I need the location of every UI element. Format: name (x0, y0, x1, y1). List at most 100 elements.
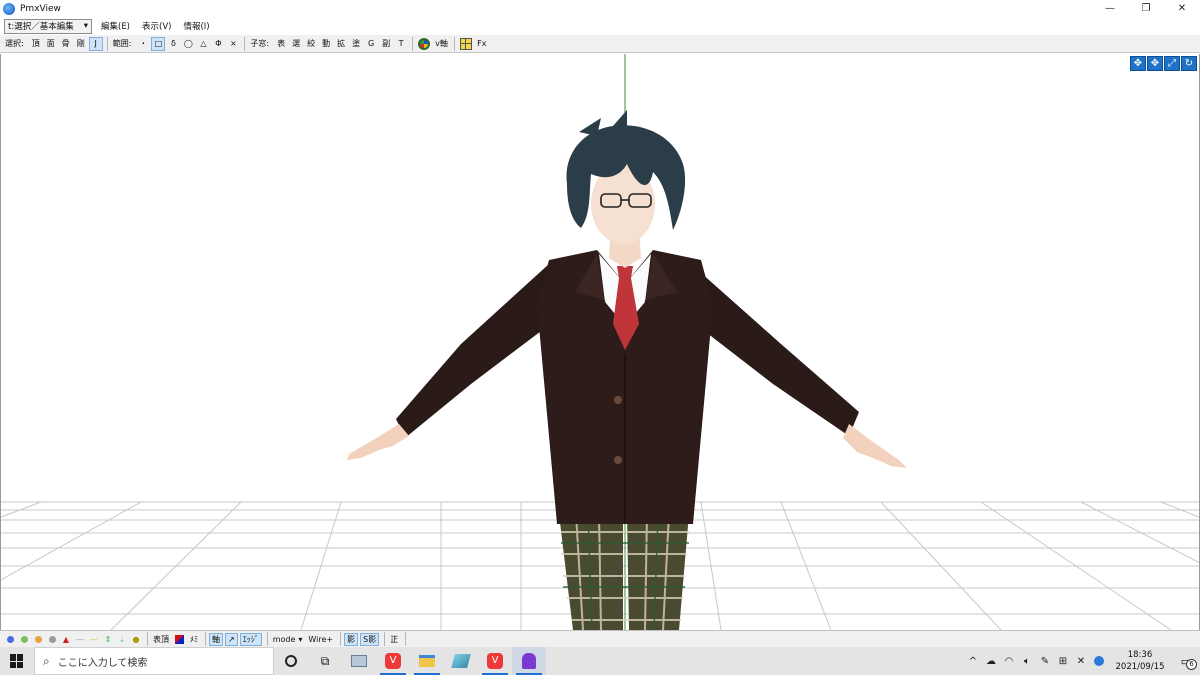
bone-view-icon[interactable]: ↗ (225, 632, 238, 646)
link-display-icon[interactable]: ⇕ (102, 633, 114, 646)
viewport-scene (1, 54, 1199, 630)
memo-toggle[interactable]: ﾒﾐ (188, 633, 200, 646)
cortana-icon (285, 655, 297, 667)
toolbar-divider (106, 36, 108, 51)
range-rect-button[interactable]: □ (151, 36, 166, 51)
child-t-button[interactable]: T (394, 37, 408, 51)
range-clear-button[interactable]: × (226, 37, 240, 51)
onedrive-icon[interactable]: ☁ (982, 647, 1000, 675)
range-circle-button[interactable]: ◯ (181, 37, 195, 51)
taskbar-app-pmxview[interactable] (512, 647, 546, 675)
menu-edit[interactable]: 編集(E) (101, 20, 130, 32)
x-app-icon[interactable]: ✕ (1072, 647, 1090, 675)
start-button[interactable] (0, 647, 34, 675)
child-move-button[interactable]: 動 (319, 37, 333, 51)
child-g-button[interactable]: G (364, 37, 378, 51)
range-label: 範囲: (112, 39, 132, 48)
child-select-button[interactable]: 選 (289, 37, 303, 51)
taskbar-app-vivaldi[interactable]: V (376, 647, 410, 675)
child-sub-button[interactable]: 副 (379, 37, 393, 51)
3d-viewport[interactable]: ✥ ✥ ⤢ ↻ (0, 54, 1200, 630)
rigid-display-icon[interactable] (46, 633, 58, 646)
zoom-icon[interactable]: ⤢ (1164, 56, 1180, 71)
child-table-button[interactable]: 表 (274, 37, 288, 51)
grid-button[interactable] (458, 37, 474, 51)
morph-display-icon[interactable] (18, 633, 30, 646)
select-rigidbody-button[interactable]: 剛 (74, 37, 88, 51)
select-face-button[interactable]: 面 (44, 37, 58, 51)
cortana-button[interactable] (274, 647, 308, 675)
toolbar-divider (244, 36, 246, 51)
minimize-button[interactable]: — (1092, 0, 1128, 17)
child-scale-button[interactable]: 拡 (334, 37, 348, 51)
rotate-icon[interactable]: ↻ (1181, 56, 1197, 71)
globe-icon (418, 37, 431, 50)
front-view-button[interactable]: 正 (388, 633, 400, 646)
left-hand (347, 424, 409, 460)
ik-display-icon[interactable]: — (88, 633, 100, 646)
taskbar-app-photos[interactable] (342, 647, 376, 675)
child-filter-button[interactable]: 絞 (304, 37, 318, 51)
notification-count: 6 (1186, 659, 1197, 670)
taskbar-app-vivaldi-2[interactable]: V (478, 647, 512, 675)
color-swatch-icon[interactable] (173, 633, 186, 646)
range-point-button[interactable]: ・ (136, 37, 150, 51)
joint-display-icon[interactable]: ▲ (60, 633, 72, 646)
volume-icon[interactable]: 🔈︎ (1018, 647, 1036, 675)
wire-plus-toggle[interactable]: Wire+ (306, 633, 335, 646)
edit-mode-select[interactable]: t:選択／基本編集 ▾ (4, 18, 92, 34)
statusbar-divider (147, 632, 148, 646)
select-vertex-button[interactable]: 頂 (29, 37, 43, 51)
restore-button[interactable]: ❐ (1128, 0, 1164, 17)
mode-label: mode (272, 634, 296, 644)
grid-icon (459, 37, 472, 50)
view-nav-controls: ✥ ✥ ⤢ ↻ (1130, 56, 1197, 71)
select-joint-button[interactable]: J (88, 36, 103, 51)
move-xz-icon[interactable]: ✥ (1147, 56, 1163, 71)
toolbar-divider (412, 36, 414, 51)
range-delta-button[interactable]: δ (166, 37, 180, 51)
range-triangle-button[interactable]: △ (196, 37, 210, 51)
network-icon[interactable]: ⊞ (1054, 647, 1072, 675)
axis-globe-button[interactable] (416, 37, 432, 51)
close-button[interactable]: ✕ (1164, 0, 1200, 17)
menu-view[interactable]: 表示(V) (142, 20, 171, 32)
move-xy-icon[interactable]: ✥ (1130, 56, 1146, 71)
clock-date: 2021/09/15 (1115, 662, 1165, 672)
vivaldi-icon: V (385, 653, 401, 669)
fx-button[interactable]: Fx (475, 37, 489, 51)
mode-dropdown[interactable]: mode ▾ (271, 633, 305, 646)
task-view-button[interactable]: ⧉ (308, 647, 342, 675)
show-vertex-toggle[interactable]: 表頂 (151, 633, 171, 646)
range-phi-button[interactable]: Φ (211, 37, 225, 51)
vertex-display-icon[interactable]: ⇣ (116, 633, 128, 646)
taskbar-clock[interactable]: 18:36 2021/09/15 (1108, 649, 1172, 673)
photos-icon (351, 655, 367, 667)
right-hand (843, 424, 907, 468)
material-display-icon[interactable]: ● (130, 633, 142, 646)
v-axis-button[interactable]: v軸 (433, 37, 450, 51)
chevron-down-icon: ▾ (298, 634, 303, 644)
action-center-button[interactable]: ▭ 6 (1172, 647, 1200, 675)
axis-toggle[interactable]: 軸 (209, 632, 223, 646)
taskbar-app-notepad[interactable] (444, 647, 478, 675)
edge-toggle[interactable]: ｴｯｼﾞ (239, 632, 262, 646)
select-bone-button[interactable]: 骨 (59, 37, 73, 51)
self-shadow-toggle[interactable]: S影 (360, 632, 380, 646)
menu-info[interactable]: 情報(I) (183, 20, 209, 32)
globe-app-icon[interactable] (1090, 647, 1108, 675)
bottom-toolbar: ▲ — — ⇕ ⇣ ● 表頂 ﾒﾐ 軸 ↗ ｴｯｼﾞ mode ▾ Wire+ … (0, 630, 1200, 647)
softbody-display-icon[interactable]: — (74, 633, 86, 646)
shadow-toggle[interactable]: 影 (344, 632, 359, 646)
child-paint-button[interactable]: 塗 (349, 37, 363, 51)
chevron-up-icon[interactable]: ^ (964, 647, 982, 675)
taskbar-search-box[interactable]: ⌕ ここに入力して検索 (34, 647, 274, 675)
pen-icon[interactable]: ✎ (1036, 647, 1054, 675)
menu-bar: t:選択／基本編集 ▾ 編集(E) 表示(V) 情報(I) (0, 17, 1200, 35)
toolbar-divider (453, 36, 455, 51)
bone-display-icon[interactable] (4, 633, 16, 646)
statusbar-divider (340, 632, 342, 646)
frame-display-icon[interactable] (32, 633, 44, 646)
wifi-icon[interactable]: ◠ (1000, 647, 1018, 675)
taskbar-app-explorer[interactable] (410, 647, 444, 675)
